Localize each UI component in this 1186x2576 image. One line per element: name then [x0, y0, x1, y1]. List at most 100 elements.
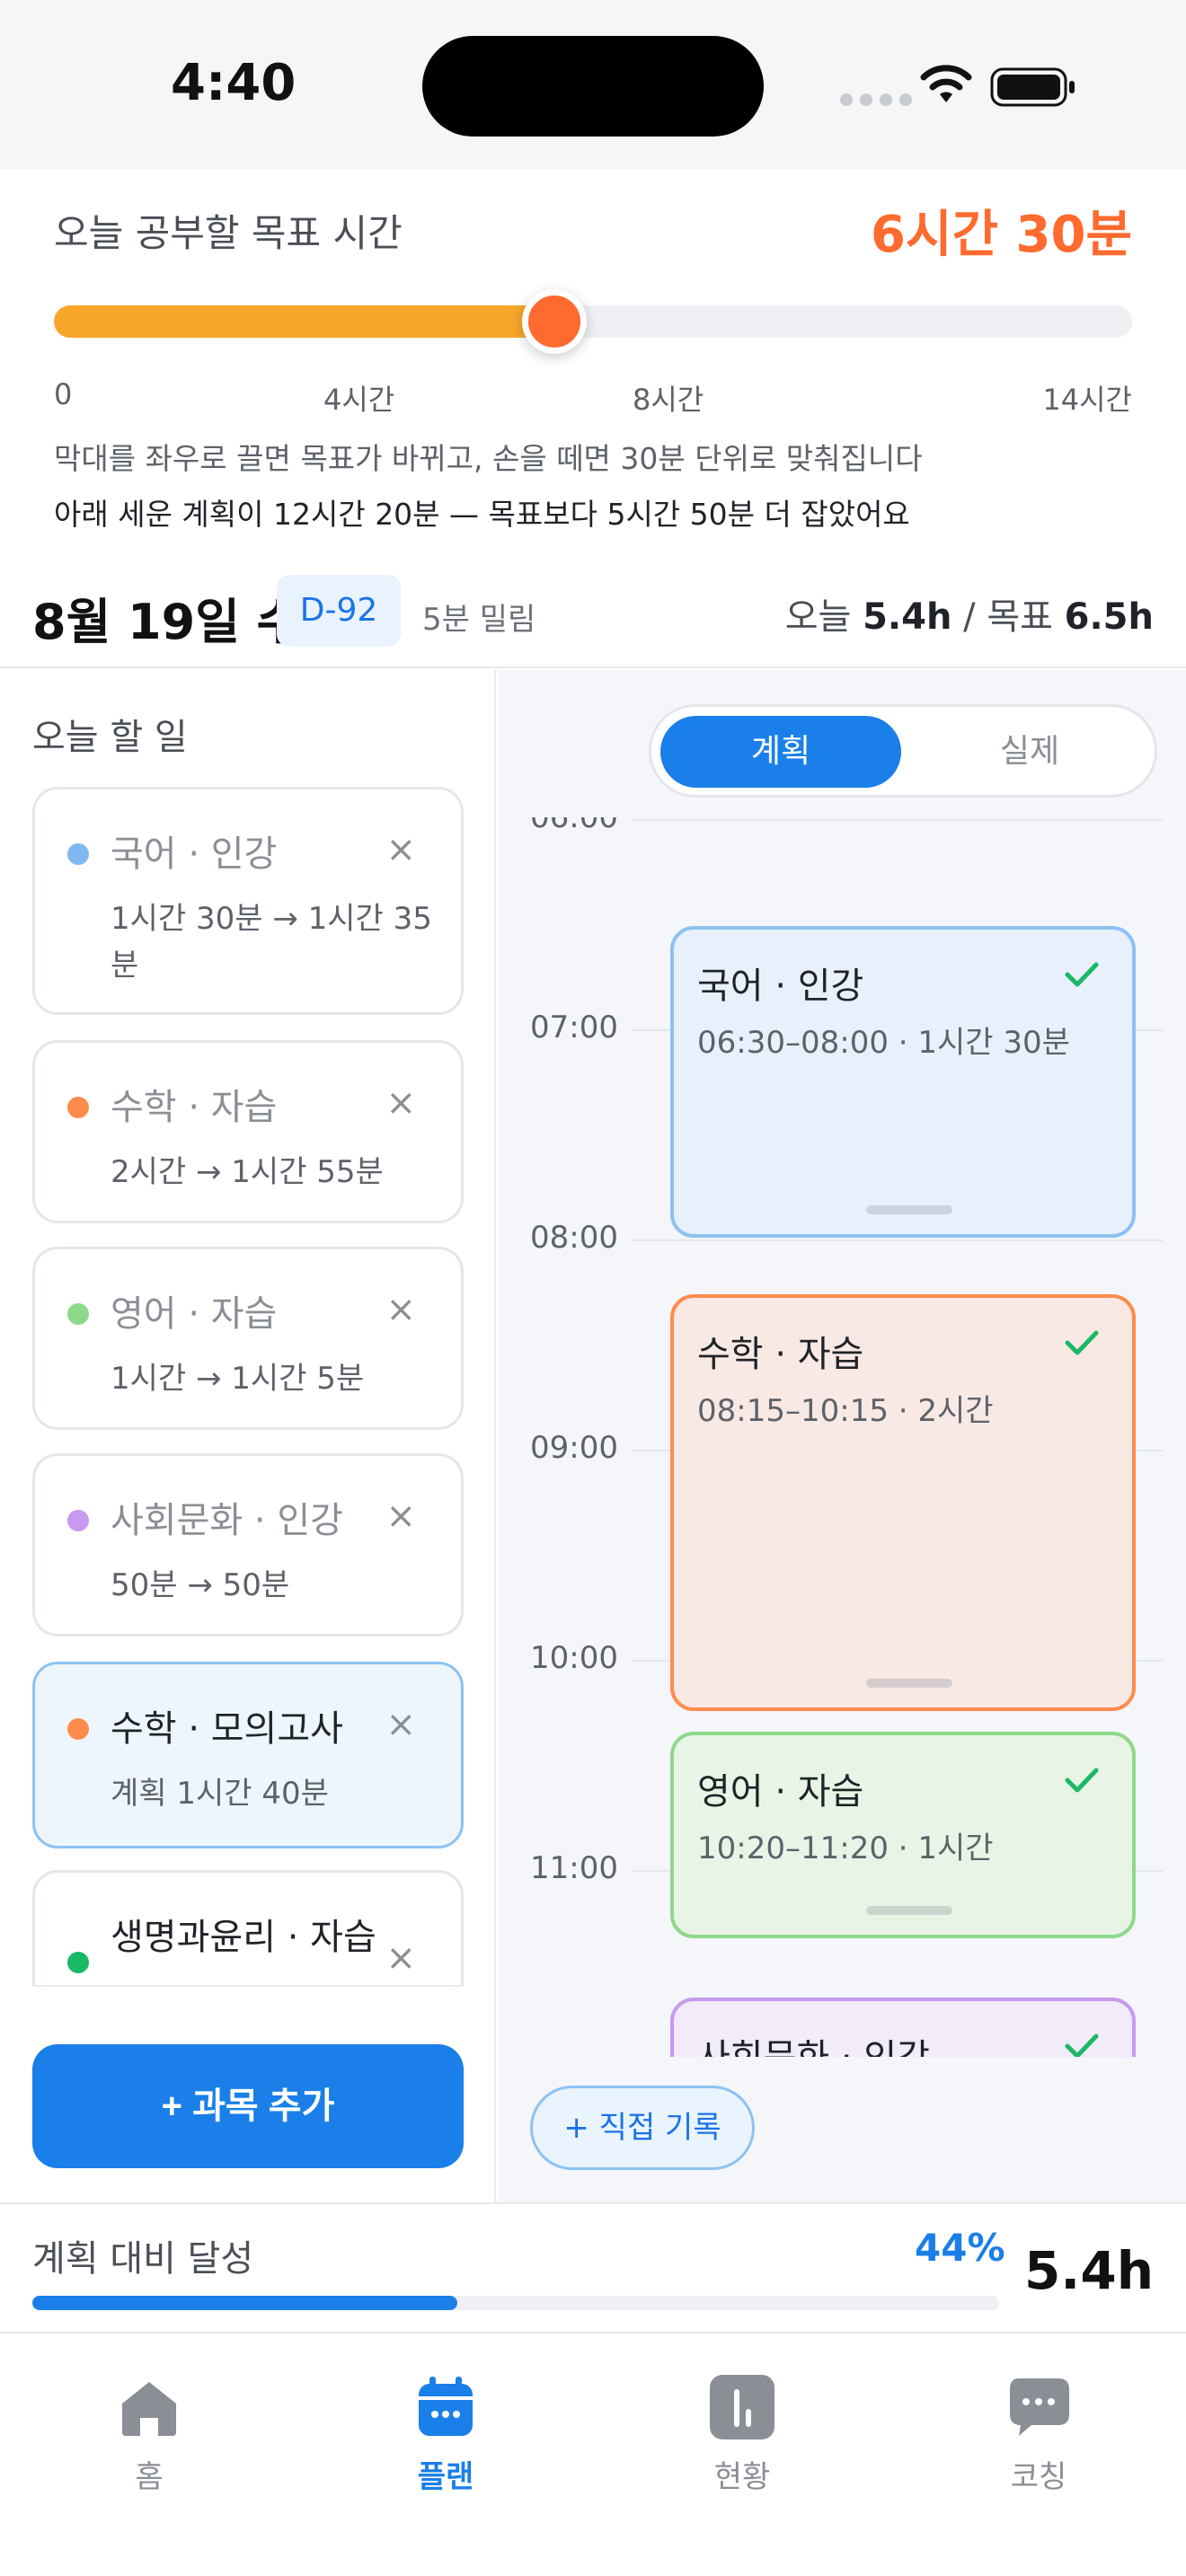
close-icon[interactable]: × [385, 1495, 416, 1537]
chat-icon [1010, 2378, 1069, 2436]
hour-label: 10:00 [530, 1640, 618, 1676]
check-icon [1065, 962, 1099, 987]
home-icon [122, 2382, 176, 2436]
tab-label: 홈 [135, 2459, 164, 2495]
tab-label: 코칭 [1010, 2459, 1067, 2495]
check-icon [1065, 1768, 1099, 1793]
task-detail: 1시간 30분 → 1시간 35분 [111, 901, 432, 984]
task-card-selected[interactable]: 수학 · 모의고사 × 계획 1시간 40분 [32, 1662, 464, 1848]
block-time: 08:15–10:15 · 2시간 [697, 1392, 994, 1429]
plan-block[interactable]: 국어 · 인강 06:30–08:00 · 1시간 30분 [670, 926, 1136, 1238]
goal-prefix: / 목표 [963, 596, 1053, 638]
achievement-percent: 44% [915, 2226, 1005, 2270]
hour-label: 08:00 [530, 1220, 618, 1256]
hour-label: 07:00 [530, 1010, 618, 1045]
task-name: 국어 · 인강 [111, 834, 278, 875]
achievement-bar: 계획 대비 달성 44% 5.4h [0, 2202, 1186, 2333]
task-panel: 오늘 할 일 국어 · 인강 × 1시간 30분 → 1시간 35분 수학 · … [0, 670, 496, 2202]
plan-actual-toggle[interactable]: 계획 실제 [649, 704, 1157, 798]
block-title: 사회문화 · 인강 [697, 2028, 930, 2057]
task-name: 생명과윤리 · 자습 [111, 1917, 376, 1958]
close-icon[interactable]: × [385, 1289, 416, 1330]
today-hours: 5.4h [863, 596, 952, 638]
hour-label: 09:00 [530, 1430, 618, 1466]
achievement-progress-fill [32, 2296, 458, 2310]
tab-plan-nav[interactable]: 플랜 [356, 2375, 535, 2496]
resize-handle[interactable] [866, 1205, 952, 1214]
block-time: 06:30–08:00 · 1시간 30분 [697, 1025, 1070, 1061]
task-card[interactable]: 국어 · 인강 × 1시간 30분 → 1시간 35분 [32, 787, 464, 1015]
today-prefix: 오늘 [784, 596, 852, 638]
hour-label: 06:00 [530, 817, 618, 835]
tab-status[interactable]: 현황 [652, 2375, 832, 2496]
check-icon [1065, 2033, 1099, 2057]
achievement-hours: 5.4h [1023, 2240, 1154, 2301]
tab-bar: 홈 플랜 현황 코칭 [0, 2335, 1186, 2576]
task-card[interactable]: 사회문화 · 인강 × 50분 → 50분 [32, 1453, 464, 1636]
status-bar: 4:40 [0, 0, 1186, 169]
goal-plan-note: 아래 세운 계획이 12시간 20분 — 목표보다 5시간 50분 더 잡았어요 [54, 497, 910, 532]
goal-slider-fill [54, 305, 554, 338]
dynamic-island [422, 36, 764, 137]
timeline[interactable]: 06:00 07:00 08:00 09:00 10:00 11:00 국어 ·… [498, 817, 1186, 2057]
task-detail: 50분 → 50분 [111, 1567, 290, 1603]
direct-record-button[interactable]: + 직접 기록 [530, 2086, 755, 2170]
tab-home[interactable]: 홈 [59, 2375, 239, 2496]
tick-label: 4시간 [323, 383, 395, 417]
plan-block[interactable]: 사회문화 · 인강 [670, 1998, 1136, 2057]
calendar-icon [419, 2377, 473, 2436]
tick-label: 8시간 [633, 383, 704, 417]
tab-coaching[interactable]: 코칭 [949, 2375, 1128, 2496]
goal-label: 오늘 공부할 목표 시간 [54, 211, 403, 255]
tab-actual[interactable]: 실제 [912, 716, 1147, 788]
task-color-dot [67, 1952, 89, 1973]
task-detail: 계획 1시간 40분 [111, 1776, 329, 1812]
task-card[interactable]: 영어 · 자습 × 1시간 → 1시간 5분 [32, 1247, 464, 1430]
block-title: 영어 · 자습 [697, 1770, 864, 1813]
task-name: 수학 · 모의고사 [111, 1708, 343, 1750]
hour-line [633, 1239, 1163, 1241]
date-title[interactable]: 8월 19일 수 [32, 582, 301, 653]
goal-value: 6시간 30분 [871, 206, 1132, 264]
stats-icon [710, 2375, 774, 2439]
plan-block[interactable]: 수학 · 자습 08:15–10:15 · 2시간 [670, 1293, 1136, 1711]
delay-text: 5분 밀림 [422, 602, 536, 638]
task-color-dot [67, 1718, 89, 1740]
achievement-label: 계획 대비 달성 [32, 2238, 254, 2280]
goal-hint: 막대를 좌우로 끌면 목표가 바뀌고, 손을 떼면 30분 단위로 맞춰집니다 [54, 441, 923, 476]
resize-handle[interactable] [866, 1905, 952, 1915]
today-summary: 오늘 5.4h / 목표 6.5h [785, 587, 1154, 640]
tab-label: 플랜 [417, 2459, 474, 2495]
plan-block[interactable]: 영어 · 자습 10:20–11:20 · 1시간 [670, 1731, 1136, 1938]
hour-label: 11:00 [530, 1850, 618, 1886]
resize-handle[interactable] [866, 1678, 952, 1688]
tab-plan[interactable]: 계획 [660, 716, 901, 788]
task-detail: 2시간 → 1시간 55분 [111, 1154, 384, 1190]
add-subject-button[interactable]: + 과목 추가 [32, 2044, 464, 2168]
close-icon[interactable]: × [385, 1704, 416, 1745]
task-panel-title: 오늘 할 일 [32, 717, 188, 758]
task-card[interactable]: 생명과윤리 · 자습 × [32, 1870, 464, 1985]
hour-line [633, 819, 1163, 821]
timeline-panel: 계획 실제 06:00 07:00 08:00 09:00 10:00 11:0… [498, 670, 1186, 2202]
achievement-progress-track [32, 2296, 999, 2310]
task-name: 수학 · 자습 [111, 1087, 278, 1128]
wifi-icon [920, 65, 972, 102]
close-icon[interactable]: × [385, 1082, 416, 1124]
date-bar: 8월 19일 수 D-92 5분 밀림 오늘 5.4h / 목표 6.5h [0, 564, 1186, 668]
signal-icon [840, 93, 912, 106]
task-color-dot [67, 843, 89, 865]
tab-label: 현황 [713, 2459, 771, 2495]
task-card[interactable]: 수학 · 자습 × 2시간 → 1시간 55분 [32, 1040, 464, 1223]
battery-icon [990, 67, 1075, 107]
block-title: 국어 · 인강 [697, 966, 864, 1007]
goal-slider-thumb[interactable] [521, 289, 587, 354]
goal-section: 오늘 공부할 목표 시간 6시간 30분 0 4시간 8시간 14시간 막대를 … [0, 169, 1186, 564]
close-icon[interactable]: × [385, 1937, 416, 1979]
goal-slider-track[interactable] [54, 305, 1132, 338]
task-name: 사회문화 · 인강 [111, 1500, 343, 1541]
task-name: 영어 · 자습 [111, 1293, 278, 1335]
status-time: 4:40 [171, 54, 296, 112]
close-icon[interactable]: × [385, 829, 416, 870]
task-list[interactable]: 국어 · 인강 × 1시간 30분 → 1시간 35분 수학 · 자습 × 2시… [32, 787, 464, 1987]
